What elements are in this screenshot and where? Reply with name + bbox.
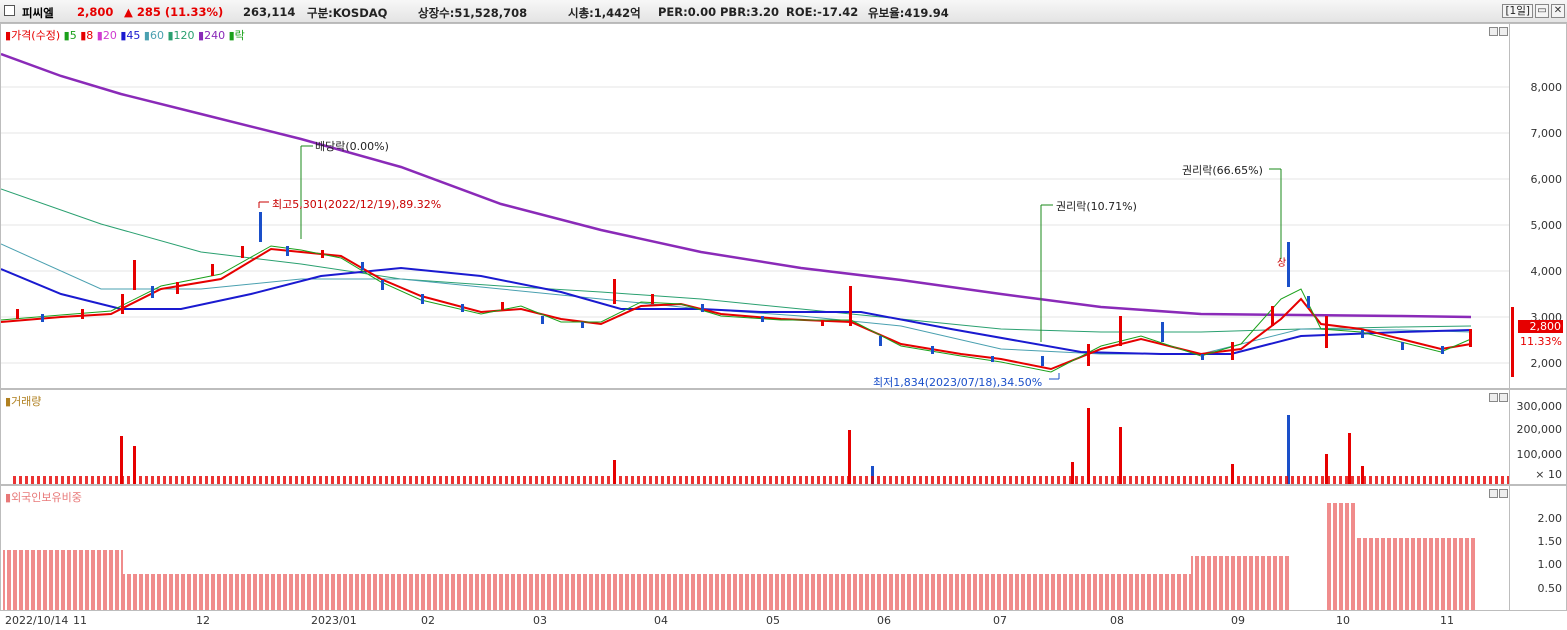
date-label: 11 xyxy=(1440,614,1454,627)
date-label: 07 xyxy=(993,614,1007,627)
select-checkbox[interactable] xyxy=(4,5,15,16)
volume-tick: 200,000 xyxy=(1516,423,1563,436)
foreign-tick: 1.00 xyxy=(1537,558,1563,571)
pbr-value: PBR:3.20 xyxy=(720,5,780,19)
foreign-tick: 0.50 xyxy=(1537,582,1563,595)
listed-shares: 상장수:51,528,708 xyxy=(418,6,528,20)
volume-pane[interactable]: ▮거래량 xyxy=(0,389,1510,485)
foreign-tick: 1.50 xyxy=(1537,535,1563,548)
trade-volume: 263,114 xyxy=(243,5,296,19)
date-label: 08 xyxy=(1110,614,1124,627)
date-label: 2023/01 xyxy=(311,614,357,627)
date-label: 09 xyxy=(1231,614,1245,627)
foreign-yaxis: 2.00 1.50 1.00 0.50 xyxy=(1510,485,1567,611)
price-chart-pane[interactable]: ▮가격(수정) ▮5 ▮8 ▮20 ▮45 ▮60 ▮120 ▮240 ▮락 배… xyxy=(0,23,1510,389)
date-label: 05 xyxy=(766,614,780,627)
market-cap: 시총:1,442억 xyxy=(568,6,641,20)
date-label: 04 xyxy=(654,614,668,627)
minimize-icon[interactable]: ▭ xyxy=(1535,4,1549,18)
stock-name[interactable]: 피씨엘 xyxy=(22,5,54,21)
rights-annotation-1: 권리락(10.71%) xyxy=(1056,200,1137,213)
ma5-line xyxy=(1,245,1472,373)
date-label: 11 xyxy=(73,614,87,627)
price-tick: 4,000 xyxy=(1530,265,1563,278)
price-tick: 6,000 xyxy=(1530,173,1563,186)
date-axis: 2022/10/14 11 12 2023/01 02 03 04 05 06 … xyxy=(0,611,1510,630)
dividend-annotation: 배당락(0.00%) xyxy=(315,140,389,153)
per-value: PER:0.00 xyxy=(658,5,717,19)
price-tick: 5,000 xyxy=(1530,219,1563,232)
date-label: 02 xyxy=(421,614,435,627)
ma60-line xyxy=(1,243,1472,355)
foreign-holding-pane[interactable]: ▮외국인보유비중 xyxy=(0,485,1510,611)
current-price: 2,800 xyxy=(77,5,114,19)
volume-tick: 300,000 xyxy=(1516,400,1563,413)
foreign-tick: 2.00 xyxy=(1537,512,1563,525)
date-label: 03 xyxy=(533,614,547,627)
date-label: 06 xyxy=(877,614,891,627)
price-plot xyxy=(1,52,1509,380)
low-annotation: 최저1,834(2023/07/18),34.50% xyxy=(873,376,1043,389)
current-price-tag: 2,800 xyxy=(1518,320,1563,333)
stock-info-bar: 피씨엘 2,800 ▲ 285 (11.33%) 263,114 구분:KOSD… xyxy=(0,0,1567,23)
roe-value: ROE:-17.42 xyxy=(786,5,859,19)
upper-limit-marker: 상 xyxy=(1277,258,1287,269)
price-range-bar xyxy=(1511,307,1514,377)
reserve-ratio: 유보율:419.94 xyxy=(868,6,949,20)
close-icon[interactable]: ✕ xyxy=(1551,4,1565,18)
volume-tick: 100,000 xyxy=(1516,448,1563,461)
rights-annotation-2: 권리락(66.65%) xyxy=(1182,164,1263,177)
high-annotation: 최고5,301(2022/12/19),89.32% xyxy=(272,198,442,211)
price-change: ▲ 285 (11.33%) xyxy=(124,5,224,19)
price-tick: 2,000 xyxy=(1530,357,1563,370)
price-yaxis: 8,000 7,000 6,000 5,000 4,000 3,000 2,00… xyxy=(1510,23,1567,389)
volume-unit: × 10 xyxy=(1535,468,1562,481)
ma8-line xyxy=(1,247,1472,371)
volume-yaxis: 300,000 200,000 100,000 × 10 xyxy=(1510,389,1567,485)
date-label: 12 xyxy=(196,614,210,627)
foreign-plot xyxy=(3,503,1475,610)
current-pct-tag: 11.33% xyxy=(1520,335,1562,348)
volume-plot xyxy=(11,408,1509,484)
date-label: 2022/10/14 xyxy=(5,614,69,627)
date-label: 10 xyxy=(1336,614,1350,627)
price-tick: 8,000 xyxy=(1530,81,1563,94)
period-button[interactable]: [1일] xyxy=(1502,4,1533,18)
price-tick: 7,000 xyxy=(1530,127,1563,140)
market-type: 구분:KOSDAQ xyxy=(307,6,388,20)
